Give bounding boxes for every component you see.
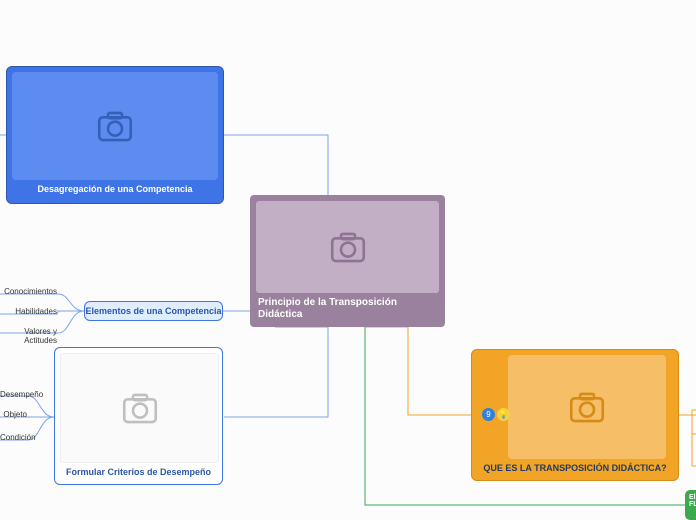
central-node[interactable]: Principio de la Transposición Didáctica	[250, 195, 445, 327]
green-node[interactable]: El FL	[685, 490, 696, 520]
white-title: Formular Criterios de Desempeño	[60, 463, 217, 477]
camera-icon	[566, 386, 608, 428]
green-line1: El	[689, 494, 696, 501]
leaf-valores: Valores y Actitudes	[0, 327, 57, 345]
badge-idea-icon: 💡	[497, 408, 510, 421]
leaf-desempeno: Desempeño	[0, 390, 27, 399]
lightblue-node[interactable]: Elementos de una Competencia	[84, 301, 223, 321]
lightblue-title: Elementos de una Competencia	[85, 306, 221, 316]
white-node[interactable]: Formular Criterios de Desempeño	[54, 347, 223, 485]
leaf-condicion: Condición	[0, 433, 27, 442]
orange-badges: 9 💡	[482, 408, 510, 421]
camera-icon	[327, 226, 369, 268]
camera-icon	[119, 387, 161, 429]
orange-title: QUE ES LA TRANSPOSICIÓN DIDÁCTICA?	[477, 459, 673, 473]
green-line2: FL	[689, 501, 696, 508]
orange-node[interactable]: 9 💡 QUE ES LA TRANSPOSICIÓN DIDÁCTICA?	[471, 349, 679, 481]
central-title: Principio de la Transposición Didáctica	[256, 293, 439, 320]
leaf-objeto: Objeto	[0, 410, 27, 419]
central-image-placeholder	[256, 201, 439, 293]
mindmap-canvas[interactable]: Principio de la Transposición Didáctica …	[0, 0, 696, 520]
blue-node[interactable]: Desagregación de una Competencia	[6, 66, 224, 204]
camera-icon	[94, 105, 136, 147]
leaf-habilidades: Habilidades	[0, 307, 57, 316]
white-image-placeholder	[60, 353, 219, 463]
badge-number: 9	[482, 408, 495, 421]
orange-image-placeholder	[508, 355, 666, 459]
blue-title: Desagregación de una Competencia	[12, 180, 218, 194]
leaf-conocimientos: Conocimientos	[0, 287, 57, 296]
blue-image-placeholder	[12, 72, 218, 180]
